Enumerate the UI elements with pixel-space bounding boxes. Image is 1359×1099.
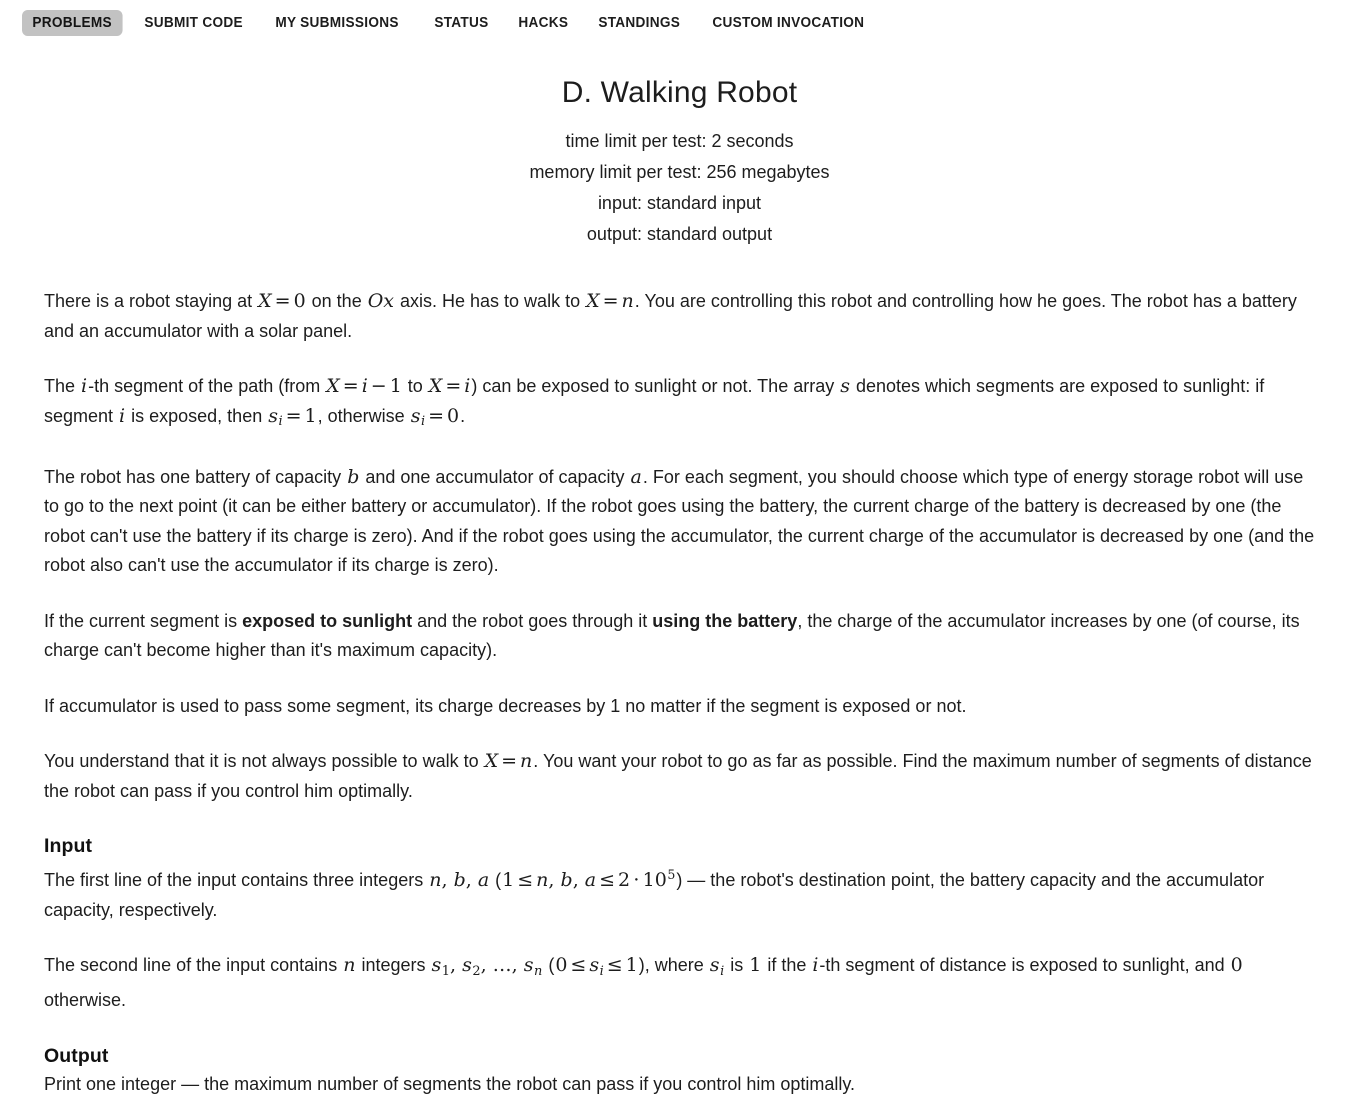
text-run: The first line of the input contains thr… [44, 870, 429, 890]
text-run: if the [762, 955, 812, 975]
math-constraint-n-b-a: 1 ≤ n, b, a ≤2 ⋅ 105 [502, 867, 676, 891]
output-spec: output: standard output [586, 224, 773, 244]
section-heading-input: Input [44, 835, 93, 858]
memory-limit: memory limit per test: 256 megabytes [529, 162, 830, 182]
text-run: The [44, 376, 81, 396]
text-run: There is a robot staying at [44, 291, 258, 311]
text-run: ( [490, 870, 502, 890]
math-x-equals-zero: X = 0 [258, 290, 306, 312]
statement-paragraph-3: The robot has one battery of capacity b … [44, 463, 1315, 581]
text-run: axis. He has to walk to [395, 291, 586, 311]
math-s: s [840, 375, 850, 397]
statement-paragraph-5: If accumulator is used to pass some segm… [44, 695, 967, 716]
text-run: and the robot goes through it [412, 610, 653, 631]
math-x-equals-n: X = n [484, 750, 533, 773]
text-run: The robot has one battery of capacity [44, 466, 347, 487]
text-run: The second line of the input contains [44, 955, 343, 975]
problem-header: D. Walking Robot time limit per test: 2 … [0, 76, 1359, 250]
text-run: otherwise. [44, 990, 127, 1011]
text-run: , otherwise [317, 405, 410, 426]
time-limit: time limit per test: 2 seconds [565, 131, 794, 151]
math-i: i [81, 375, 88, 397]
nav-item-problems[interactable]: PROBLEMS [22, 10, 123, 36]
input-spec: input: standard input [597, 193, 762, 213]
nav-item-submit-code[interactable]: SUBMIT CODE [134, 10, 253, 36]
text-run: ( [543, 955, 555, 975]
text-run: If the current segment is [44, 610, 243, 631]
nav-item-custom-invocation[interactable]: CUSTOM INVOCATION [702, 10, 875, 36]
math-si-equals-0: si = 0 [410, 404, 460, 430]
text-run: is [725, 955, 749, 975]
math-si-equals-1: si = 1 [268, 404, 317, 430]
emphasis-exposed-to-sunlight: exposed to sunlight [242, 610, 413, 631]
emphasis-using-the-battery: using the battery [652, 610, 798, 631]
input-paragraph-1: The first line of the input contains thr… [44, 860, 1315, 925]
statement-paragraph-2: The i-th segment of the path (from X = i −1… [44, 372, 1315, 437]
statement-paragraph-6: You understand that it is not always pos… [44, 747, 1315, 806]
output-paragraph-1: Print one integer — the maximum number o… [44, 1073, 856, 1094]
text-run: integers [356, 955, 431, 975]
math-x-equals-i: X = i [428, 375, 471, 397]
nav-item-my-submissions[interactable]: MY SUBMISSIONS [265, 10, 409, 36]
math-si: si [709, 954, 725, 979]
math-ox-axis: Ox [367, 290, 394, 312]
math-x-equals-i-minus-1: X = i −1 [326, 375, 402, 397]
main-navigation: PROBLEMS SUBMIT CODE MY SUBMISSIONS STAT… [0, 0, 1359, 46]
math-n-b-a: n, b, a [429, 869, 490, 891]
text-run: ) can be exposed to sunlight or not. The… [471, 376, 840, 396]
problem-statement: There is a robot staying at X = 0 on the O… [0, 287, 1359, 1099]
statement-paragraph-4: If the current segment is exposed to sun… [44, 607, 1315, 666]
nav-item-status[interactable]: STATUS [424, 10, 499, 36]
nav-item-hacks[interactable]: HACKS [508, 10, 579, 36]
section-heading-output: Output [44, 1044, 109, 1067]
text-run: You understand that it is not always pos… [44, 751, 484, 772]
math-i: i [119, 404, 126, 427]
text-run: -th segment of distance is exposed to su… [819, 955, 1230, 975]
nav-item-standings[interactable]: STANDINGS [588, 10, 690, 36]
math-n: n [343, 954, 356, 976]
math-zero: 0 [1230, 954, 1243, 976]
math-s-sequence: s1, s2, …, sn [431, 954, 543, 979]
math-x-equals-n: X = n [586, 290, 634, 312]
text-run: and one accumulator of capacity [360, 466, 630, 487]
math-a: a [630, 465, 642, 488]
page-title: D. Walking Robot [561, 76, 798, 109]
statement-paragraph-1: There is a robot staying at X = 0 on the O… [44, 287, 1315, 346]
text-run: ), where [638, 955, 709, 975]
math-one: 1 [749, 954, 762, 976]
input-paragraph-2: The second line of the input contains n … [44, 951, 1315, 1016]
text-run: . [460, 405, 466, 426]
text-run: -th segment of the path (from [88, 376, 326, 396]
text-run: on the [306, 291, 367, 311]
text-run: is exposed, then [126, 405, 268, 426]
math-constraint-si: 0 ≤ si ≤1 [555, 954, 638, 979]
text-run: to [402, 376, 428, 396]
math-b: b [347, 465, 360, 488]
